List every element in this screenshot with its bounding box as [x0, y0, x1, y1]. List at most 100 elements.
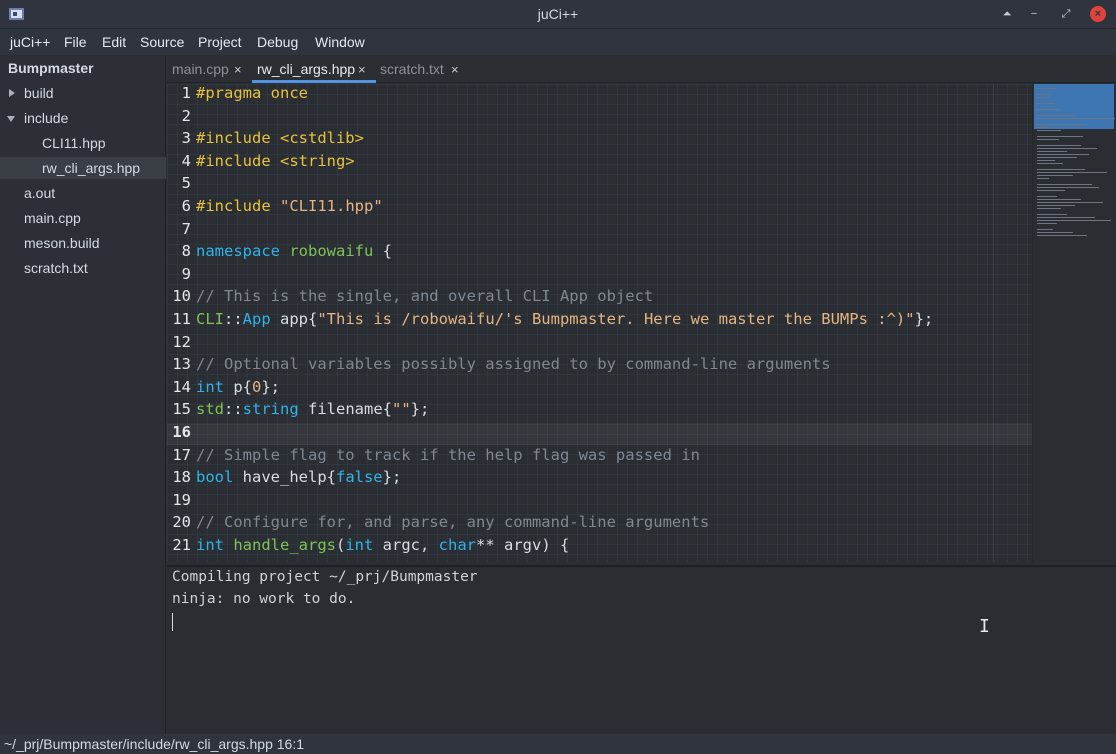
- minimap-line: [1037, 163, 1063, 164]
- menu-edit[interactable]: Edit: [102, 34, 126, 50]
- minimap-line: [1037, 94, 1051, 95]
- title-bar: juCi++ ⏶ − ⤢ ×: [0, 0, 1116, 29]
- line-number: 12: [172, 332, 191, 351]
- code-line[interactable]: 19: [167, 491, 1032, 513]
- minimize-icon[interactable]: −: [1026, 6, 1042, 22]
- terminal-cursor: [172, 613, 173, 631]
- code-line[interactable]: 10 // This is the single, and overall CLI…: [167, 287, 1032, 309]
- menu-bar: juCi++ File Edit Source Project Debug Wi…: [0, 29, 1116, 55]
- terminal-line: ninja: no work to do.: [172, 591, 356, 607]
- status-bar: ~/_prj/Bumpmaster/include/rw_cli_args.hp…: [0, 734, 1116, 754]
- menu-jucipp[interactable]: juCi++: [10, 34, 50, 50]
- code-line[interactable]: 6 #include "CLI11.hpp": [167, 197, 1032, 219]
- code-line[interactable]: 16: [167, 423, 1032, 445]
- code-text: #pragma once: [196, 84, 308, 102]
- tree-item-a-out[interactable]: a.out: [0, 182, 166, 204]
- tree-label: build: [24, 85, 54, 101]
- menu-debug[interactable]: Debug: [257, 34, 298, 50]
- collapse-arrow-icon[interactable]: [7, 116, 15, 122]
- code-line[interactable]: 12: [167, 333, 1032, 355]
- minimap-line: [1037, 127, 1047, 128]
- minimap-viewport[interactable]: [1034, 84, 1114, 129]
- code-line[interactable]: 11 CLI::App app{"This is /robowaifu/'s Bu…: [167, 310, 1032, 332]
- line-number: 16: [172, 423, 191, 441]
- minimap-line: [1037, 145, 1081, 146]
- project-name: Bumpmaster: [8, 60, 94, 76]
- project-root[interactable]: Bumpmaster: [0, 57, 166, 79]
- menu-project[interactable]: Project: [198, 34, 242, 50]
- code-line[interactable]: 5: [167, 174, 1032, 196]
- code-text: // Configure for, and parse, any command…: [196, 513, 710, 532]
- code-line[interactable]: 3 #include <cstdlib>: [167, 129, 1032, 151]
- code-editor[interactable]: 1 #pragma once 2 3 #include <cstdlib> 4 #inclu…: [167, 84, 1032, 562]
- close-tab-icon[interactable]: ×: [358, 56, 366, 83]
- line-number: 3: [181, 129, 191, 148]
- tree-label: include: [24, 110, 69, 126]
- tree-item-meson-build[interactable]: meson.build: [0, 232, 166, 254]
- shade-icon[interactable]: ⏶: [999, 6, 1015, 22]
- code-line[interactable]: 14 int p{0};: [167, 378, 1032, 400]
- editor-tabs: main.cpp × rw_cli_args.hpp × scratch.txt ×: [167, 56, 1116, 83]
- tree-label: main.cpp: [24, 210, 81, 226]
- line-number: 4: [181, 151, 191, 170]
- code-line[interactable]: 21 int handle_args(int argc, char** argv)…: [167, 536, 1032, 558]
- code-line[interactable]: 2: [167, 107, 1032, 129]
- minimap-line: [1037, 130, 1061, 131]
- status-file-position: ~/_prj/Bumpmaster/include/rw_cli_args.hp…: [4, 736, 304, 752]
- line-number: 17: [172, 445, 191, 464]
- expand-arrow-icon[interactable]: [9, 89, 15, 97]
- minimap-line: [1037, 118, 1115, 119]
- tab-main-cpp[interactable]: main.cpp ×: [172, 56, 242, 83]
- tree-item-rw-cli-args[interactable]: rw_cli_args.hpp: [0, 157, 166, 179]
- code-text: #include <cstdlib>: [196, 129, 364, 148]
- code-line[interactable]: 15 std::string filename{""};: [167, 400, 1032, 422]
- minimap-line: [1037, 154, 1089, 155]
- tree-item-scratch[interactable]: scratch.txt: [0, 257, 166, 279]
- minimap[interactable]: [1032, 84, 1116, 562]
- minimap-line: [1037, 220, 1111, 221]
- tab-rw-cli-args[interactable]: rw_cli_args.hpp ×: [257, 56, 366, 83]
- code-text: #include "CLI11.hpp": [196, 197, 383, 215]
- minimap-line: [1037, 115, 1075, 116]
- tree-label: scratch.txt: [24, 260, 88, 276]
- terminal-panel[interactable]: Compiling project ~/_prj/Bumpmaster ninj…: [167, 565, 1116, 734]
- close-tab-icon[interactable]: ×: [234, 56, 242, 83]
- code-line[interactable]: 8 namespace robowaifu {: [167, 242, 1032, 264]
- code-line[interactable]: 18 bool have_help{false};: [167, 468, 1032, 490]
- code-line[interactable]: 9: [167, 265, 1032, 287]
- tab-scratch-txt[interactable]: scratch.txt ×: [380, 56, 459, 83]
- code-line[interactable]: 4 #include <string>: [167, 152, 1032, 174]
- maximize-icon[interactable]: ⤢: [1058, 6, 1074, 22]
- code-text: // This is the single, and overall CLI A…: [196, 287, 654, 306]
- code-line[interactable]: 17 // Simple flag to track if the help fl…: [167, 446, 1032, 468]
- menu-window[interactable]: Window: [315, 34, 365, 50]
- minimap-line: [1037, 199, 1081, 200]
- tree-item-build[interactable]: build: [0, 82, 166, 104]
- minimap-line: [1037, 124, 1087, 125]
- menu-file[interactable]: File: [64, 34, 87, 50]
- code-line[interactable]: 7: [167, 220, 1032, 242]
- tree-item-cli11[interactable]: CLI11.hpp: [0, 132, 166, 154]
- close-icon[interactable]: ×: [1090, 6, 1106, 22]
- minimap-line: [1037, 196, 1057, 197]
- tree-item-include[interactable]: include: [0, 107, 166, 129]
- tree-label: rw_cli_args.hpp: [42, 160, 141, 176]
- code-line[interactable]: 20 // Configure for, and parse, any comma…: [167, 513, 1032, 535]
- code-text: int handle_args(int argc, char** argv) {: [196, 536, 570, 554]
- code-text: bool have_help{false};: [196, 468, 402, 487]
- code-line[interactable]: 1 #pragma once: [167, 84, 1032, 106]
- minimap-line: [1037, 172, 1107, 173]
- line-number: 5: [181, 174, 191, 193]
- close-tab-icon[interactable]: ×: [451, 56, 459, 83]
- active-tab-indicator: [252, 80, 376, 83]
- tree-item-main-cpp[interactable]: main.cpp: [0, 207, 166, 229]
- line-number: 20: [172, 513, 191, 532]
- code-line[interactable]: 13 // Optional variables possibly assigne…: [167, 355, 1032, 377]
- line-number: 14: [172, 377, 191, 396]
- minimap-line: [1037, 214, 1067, 215]
- code-text: #include <string>: [196, 151, 355, 170]
- minimap-line: [1037, 151, 1067, 152]
- menu-source[interactable]: Source: [140, 34, 184, 50]
- line-number: 2: [181, 106, 191, 125]
- line-number: 15: [172, 400, 191, 419]
